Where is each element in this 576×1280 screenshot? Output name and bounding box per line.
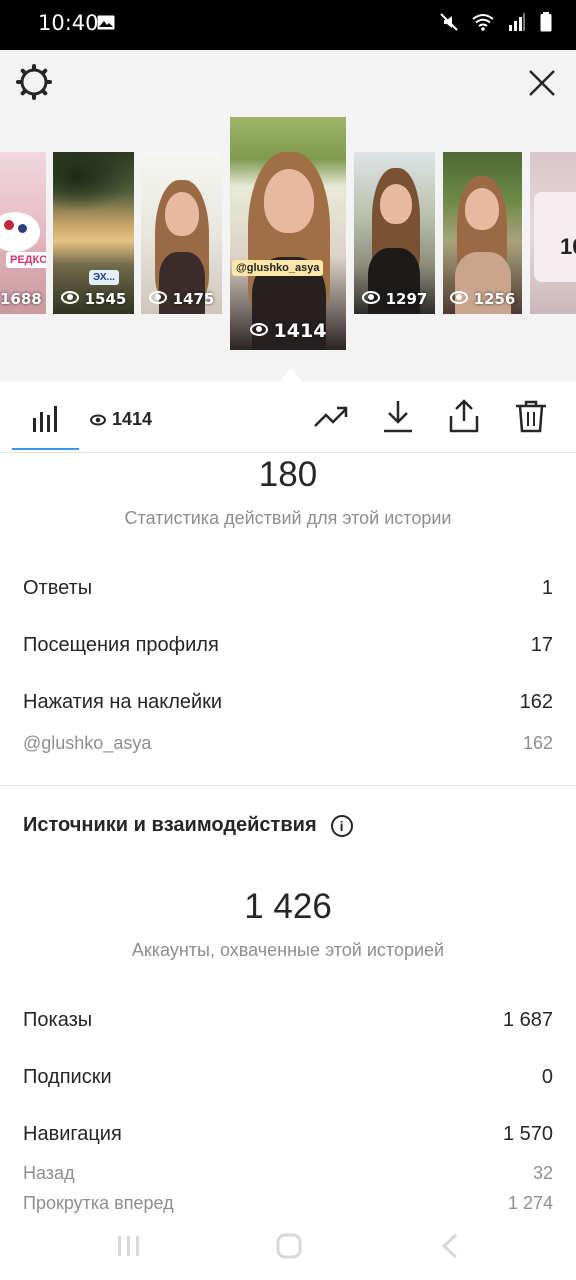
stat-row-replies: Ответы 1: [23, 577, 553, 600]
story-thumbnail[interactable]: ЭХ... 1545: [53, 152, 134, 314]
settings-gear-icon[interactable]: [16, 64, 52, 100]
stat-label: Посещения профиля: [23, 634, 219, 656]
eye-icon: [449, 291, 468, 304]
reach-caption: Аккаунты, охваченные этой историей: [131, 940, 445, 960]
stat-value: 1: [541, 577, 553, 599]
stat-label: Показы: [23, 1009, 93, 1031]
gallery-notification-icon: [97, 15, 115, 30]
story-sticker: ЭХ...: [89, 270, 119, 285]
story-views: 1297: [354, 290, 435, 308]
story-mention-sticker: @glushko_asya: [232, 260, 324, 276]
stat-value: 32: [532, 1163, 553, 1183]
stat-value: 162: [519, 691, 553, 713]
story-views: 1256: [443, 290, 522, 308]
stat-row-profile-visits: Посещения профиля 17: [23, 634, 553, 657]
story-views: 1475: [141, 290, 222, 308]
sources-section-title: Источники и взаимодействия i: [23, 814, 353, 837]
stat-label: Навигация: [23, 1123, 122, 1145]
stat-label: Подписки: [23, 1066, 112, 1088]
story-views: 1545: [53, 290, 134, 308]
stat-label: Назад: [23, 1163, 75, 1183]
story-thumbnail[interactable]: 10: [530, 152, 576, 314]
stat-value: 0: [541, 1066, 553, 1088]
insights-bar-chart-icon[interactable]: [31, 404, 59, 432]
status-time: 10:40: [38, 11, 99, 35]
story-view-count: 1414: [90, 409, 152, 430]
actions-total: 180: [258, 455, 318, 494]
reach-total: 1 426: [244, 887, 332, 926]
story-views: 1688: [0, 290, 42, 308]
stat-subrow-mention: @glushko_asya 162: [23, 733, 553, 754]
stat-label: Нажатия на наклейки: [23, 691, 223, 713]
stat-row-navigation: Навигация 1 570: [23, 1123, 553, 1146]
battery-icon: [540, 12, 552, 32]
eye-icon: [90, 414, 106, 425]
toolbar: [0, 382, 576, 453]
share-icon[interactable]: [446, 398, 482, 434]
eye-icon: [361, 291, 380, 304]
story-thumbnail[interactable]: 1297: [354, 152, 435, 314]
close-icon[interactable]: [526, 67, 558, 99]
actions-caption: Статистика действий для этой истории: [124, 508, 452, 528]
eye-icon: [249, 323, 268, 336]
stat-label: Прокрутка вперед: [23, 1193, 174, 1213]
signal-icon: [509, 13, 525, 31]
story-thumbnail-selected[interactable]: @glushko_asya 1414: [230, 117, 346, 350]
insights-tab-indicator: [12, 448, 79, 450]
info-icon[interactable]: i: [330, 814, 353, 837]
stat-value: 162: [522, 733, 553, 753]
stat-row-sticker-taps: Нажатия на наклейки 162: [23, 691, 553, 714]
back-icon[interactable]: [440, 1233, 460, 1259]
stat-value: 1 570: [502, 1123, 553, 1145]
android-navigation-bar: [0, 1216, 576, 1280]
stat-value: 1 687: [502, 1009, 553, 1031]
story-thumbnail[interactable]: 1475: [141, 152, 222, 314]
stat-subrow-back: Назад 32: [23, 1163, 553, 1184]
stat-value: 1 274: [507, 1193, 553, 1213]
stat-label: Ответы: [23, 577, 93, 599]
story-thumbnail[interactable]: 1256: [443, 152, 522, 314]
story-views: 1414: [230, 320, 346, 342]
delete-trash-icon[interactable]: [513, 398, 549, 434]
stat-value: 17: [530, 634, 553, 656]
story-thumbnail[interactable]: РЕДКО 1688: [0, 152, 46, 314]
promote-trend-icon[interactable]: [313, 398, 349, 434]
status-bar: 10:40: [0, 0, 576, 50]
stat-row-impressions: Показы 1 687: [23, 1009, 553, 1032]
story-sticker: РЕДКО: [6, 252, 46, 268]
section-divider: [0, 785, 576, 786]
selected-story-pointer: [279, 368, 303, 382]
eye-icon: [60, 291, 79, 304]
stat-row-follows: Подписки 0: [23, 1066, 553, 1089]
stat-subrow-forward: Прокрутка вперед 1 274: [23, 1193, 553, 1214]
home-icon[interactable]: [276, 1233, 302, 1259]
download-icon[interactable]: [380, 398, 416, 434]
eye-icon: [148, 291, 167, 304]
mute-icon: [440, 13, 458, 31]
wifi-icon: [472, 14, 494, 31]
recent-apps-icon[interactable]: [116, 1234, 142, 1258]
stat-label: @glushko_asya: [23, 733, 152, 753]
